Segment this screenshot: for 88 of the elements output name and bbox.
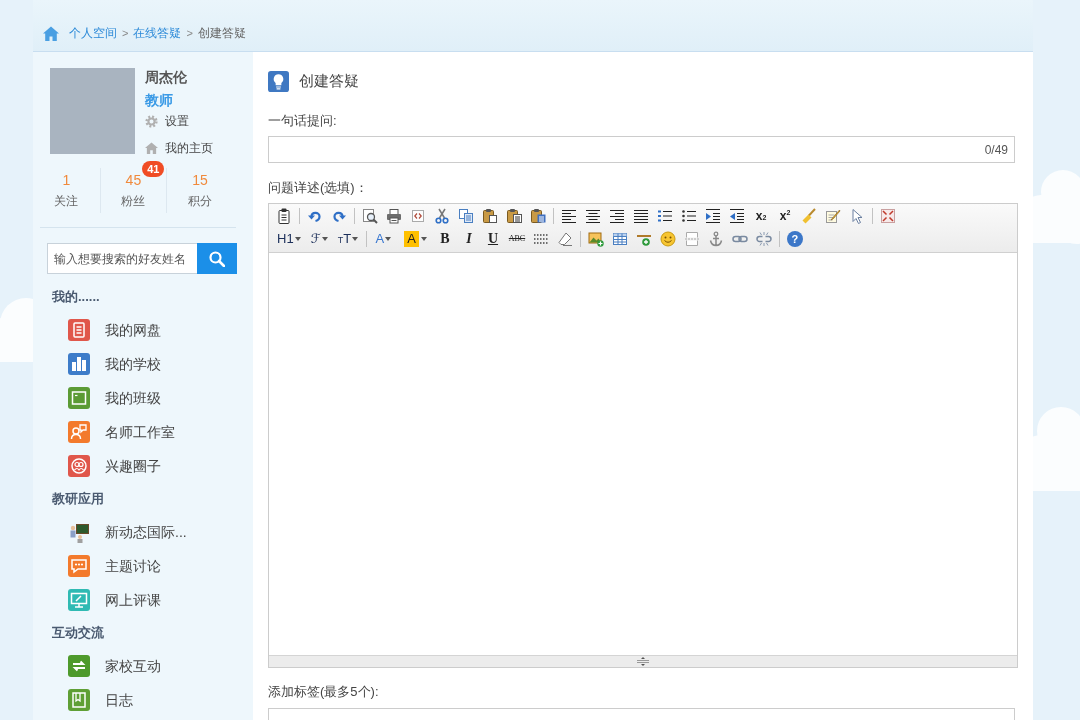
caret-icon xyxy=(385,237,392,241)
page-break-icon[interactable] xyxy=(684,231,700,247)
homepage-link[interactable]: 我的主页 xyxy=(145,139,213,157)
clipboard-text-icon[interactable] xyxy=(506,208,522,224)
unlink-icon[interactable] xyxy=(756,231,772,247)
stat-value: 1 xyxy=(62,171,71,189)
section-heading: 互动交流 xyxy=(51,624,105,642)
stat-value: 45 xyxy=(125,171,142,189)
search-icon xyxy=(209,250,225,267)
align-left-icon[interactable] xyxy=(561,208,577,224)
sidebar-link[interactable]: 我的学校 xyxy=(68,353,161,375)
classroom-icon xyxy=(68,521,90,543)
eraser-icon[interactable] xyxy=(557,231,573,247)
smiley-icon[interactable] xyxy=(660,231,676,247)
format-dropdown[interactable]: H1 xyxy=(275,229,303,249)
format-dropdown[interactable]: TT xyxy=(335,229,361,249)
sidebar-link[interactable]: 名师工作室 xyxy=(68,421,175,443)
sidebar-link[interactable]: 我的网盘 xyxy=(68,319,161,341)
magnifier-page-icon[interactable] xyxy=(362,208,378,224)
stat-label: 粉丝 xyxy=(121,192,146,210)
sidebar-link[interactable]: 网上评课 xyxy=(68,589,161,611)
sidebar-link[interactable]: 兴趣圈子 xyxy=(68,455,161,477)
clipboard-word-icon[interactable] xyxy=(530,208,546,224)
bullet-list-icon[interactable] xyxy=(681,208,697,224)
italic-button[interactable]: I xyxy=(459,229,479,249)
breadcrumb-separator: > xyxy=(122,25,129,41)
stat-value: 15 xyxy=(192,171,208,189)
user-role: 教师 xyxy=(145,91,173,109)
format-dropdown[interactable]: ℱ xyxy=(308,229,330,249)
notepad-pencil-icon[interactable] xyxy=(825,208,841,224)
bold-button[interactable]: B xyxy=(435,229,455,249)
table-icon[interactable] xyxy=(612,231,628,247)
justify-icon[interactable] xyxy=(633,208,649,224)
collapse-arrows-icon[interactable] xyxy=(880,208,896,224)
section-heading: 我的...... xyxy=(51,288,101,306)
underline-button[interactable]: U xyxy=(483,229,503,249)
user-name: 周杰伦 xyxy=(145,68,187,86)
dotted-lines-icon[interactable] xyxy=(533,231,549,247)
search-button[interactable] xyxy=(197,243,237,274)
breadcrumb-current: 创建答疑 xyxy=(197,25,246,42)
brush-icon[interactable] xyxy=(801,208,817,224)
stat-label: 关注 xyxy=(54,192,79,210)
home-icon[interactable] xyxy=(43,25,59,41)
gear-icon xyxy=(145,114,158,128)
align-right-icon[interactable] xyxy=(609,208,625,224)
stat-label: 积分 xyxy=(188,192,212,210)
clipboard-icon[interactable] xyxy=(482,208,498,224)
numbered-list-icon[interactable] xyxy=(657,208,673,224)
field-label: 问题详述(选填)： xyxy=(268,179,369,197)
scissors-icon[interactable] xyxy=(434,208,450,224)
character-counter: 0/49 xyxy=(984,141,1009,159)
caret-icon xyxy=(352,237,359,241)
anchor-icon[interactable] xyxy=(708,231,724,247)
strikethrough-button[interactable]: ABC xyxy=(507,229,527,249)
sidebar-link[interactable]: 日志 xyxy=(68,689,133,711)
notification-badge: 41 xyxy=(142,161,165,177)
printer-icon[interactable] xyxy=(386,208,402,224)
house-icon xyxy=(145,141,158,155)
sidebar-link[interactable]: 主题讨论 xyxy=(68,555,161,577)
font-color-dropdown[interactable]: A xyxy=(373,229,394,249)
cursor-icon[interactable] xyxy=(849,208,865,224)
field-label: 添加标签(最多5个): xyxy=(268,683,380,701)
image-icon[interactable] xyxy=(588,231,604,247)
resize-handle-icon xyxy=(637,657,649,666)
page-title: 创建答疑 xyxy=(299,71,359,92)
sidebar-link[interactable]: 我的班级 xyxy=(68,387,161,409)
highlight-color-button[interactable]: A xyxy=(404,231,419,247)
superscript-button[interactable]: x$^{2}$ xyxy=(775,206,795,226)
caret-icon[interactable] xyxy=(421,237,427,241)
sidebar-link[interactable]: 家校互动 xyxy=(68,655,161,677)
caret-icon xyxy=(321,237,328,241)
tag-field[interactable] xyxy=(268,708,1015,720)
question-field[interactable]: 0/49 xyxy=(268,136,1015,163)
caret-icon xyxy=(294,237,301,241)
code-page-icon[interactable] xyxy=(410,208,426,224)
field-label: 一句话提问: xyxy=(268,112,338,130)
lightbulb-icon xyxy=(268,71,289,92)
settings-link[interactable]: 设置 xyxy=(145,112,189,130)
breadcrumb-separator: > xyxy=(186,25,193,41)
outdent-icon[interactable] xyxy=(729,208,745,224)
sidebar-link[interactable]: 新动态国际... xyxy=(68,521,187,543)
copy-icon[interactable] xyxy=(458,208,474,224)
section-heading: 教研应用 xyxy=(51,490,105,508)
indent-icon[interactable] xyxy=(705,208,721,224)
search-field[interactable]: 输入想要搜索的好友姓名 xyxy=(47,243,197,274)
help-button[interactable]: ? xyxy=(787,231,803,247)
align-center-icon[interactable] xyxy=(585,208,601,224)
clipboard-list-icon[interactable] xyxy=(276,208,292,224)
